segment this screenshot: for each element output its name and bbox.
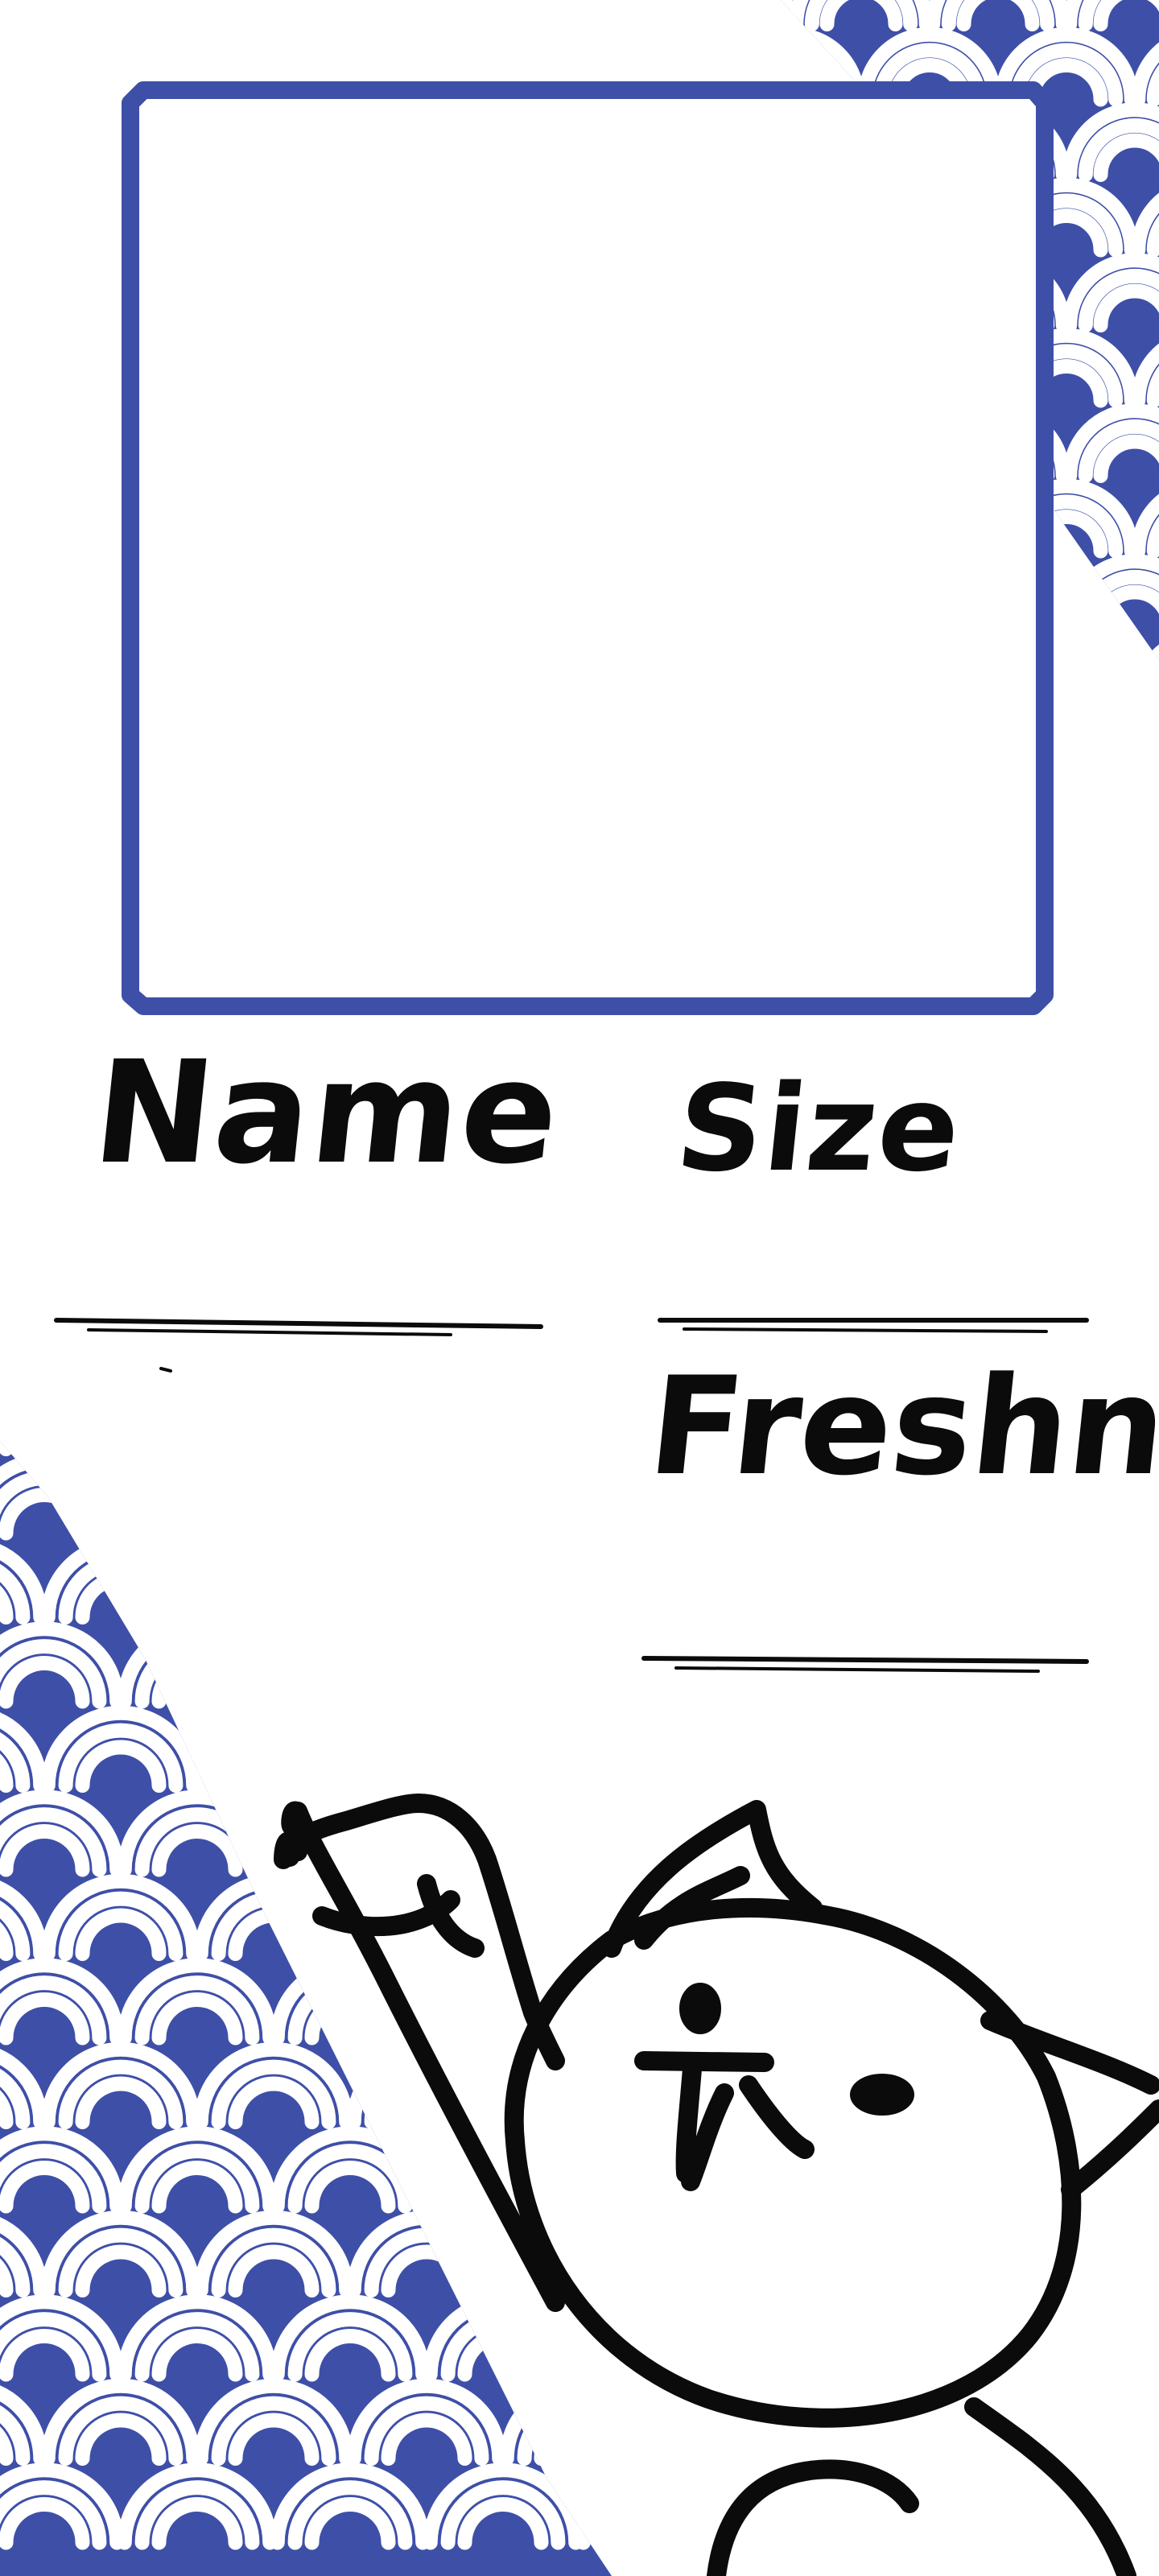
cat-mouth: [634, 2051, 774, 2072]
cat-eye-left: [679, 1983, 721, 2034]
cat-head: [504, 1898, 1082, 2428]
cat-eye-right: [850, 2074, 914, 2116]
waving-cat-drawing: [274, 1794, 1159, 2576]
